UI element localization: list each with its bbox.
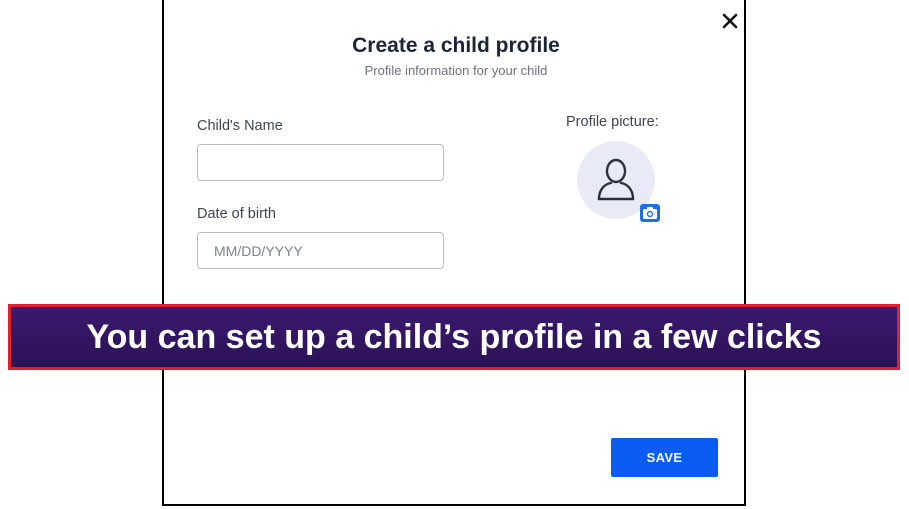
date-of-birth-label: Date of birth (197, 206, 276, 222)
create-child-profile-dialog: Create a child profile Profile informati… (162, 0, 746, 506)
user-silhouette-icon (597, 158, 635, 201)
change-picture-button[interactable] (640, 204, 660, 222)
date-of-birth-input[interactable] (197, 232, 444, 269)
profile-picture-label: Profile picture: (566, 114, 659, 130)
camera-icon (643, 207, 657, 219)
caption-banner: You can set up a child’s profile in a fe… (8, 304, 900, 370)
close-button[interactable] (720, 11, 740, 31)
dialog-subtitle: Profile information for your child (364, 63, 548, 78)
caption-banner-text: You can set up a child’s profile in a fe… (86, 317, 822, 356)
childs-name-label: Child's Name (197, 118, 283, 134)
dialog-title: Create a child profile (352, 34, 560, 57)
close-icon (722, 13, 738, 29)
save-button[interactable]: SAVE (611, 438, 718, 477)
childs-name-input[interactable] (197, 144, 444, 181)
